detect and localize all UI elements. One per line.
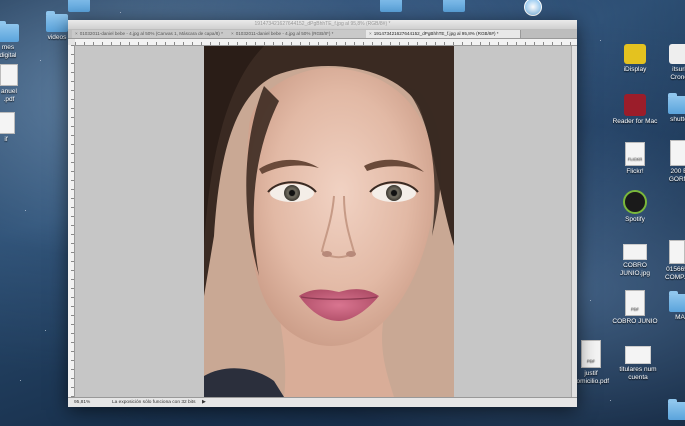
tab-label: 191473421627644152_dPgBhhTE_f.jpg al 95,… [373,31,499,36]
desktop-icon-label: COBRO JUNIO [612,318,658,325]
tab-daniel-bebe-mask[interactable]: × 01032011-daniel bebe - 4.jpg al 50% (Ca… [72,30,229,38]
pdf-icon: PDF [581,340,601,368]
desktop-icon-manual-pdf[interactable]: anuel .pdf [0,64,22,104]
safari-icon[interactable] [524,0,542,16]
pdf-icon [0,64,18,86]
document-canvas[interactable] [75,46,577,397]
star [590,300,591,301]
star [120,12,121,13]
image-icon [623,244,647,260]
close-icon[interactable]: × [231,31,234,36]
star [600,40,601,41]
folder-icon[interactable] [443,0,465,12]
idisplay-icon [624,44,646,64]
desktop-icon-label: mes digital [0,44,17,59]
document-icon [0,112,15,134]
desktop-icon-label: videos [47,34,67,41]
tab-191473421627644152[interactable]: × 191473421627644152_dPgBhhTE_f.jpg al 95… [366,30,521,38]
tab-daniel-bebe-rgb[interactable]: × 01032011-daniel bebe - 4.jpg al 50% (RG… [228,30,367,38]
image-icon [625,346,651,364]
portrait-photo[interactable] [204,46,454,397]
desktop-icon-cobro-junio-pdf[interactable]: PDF COBRO JUNIO [608,290,662,326]
window-title-bar[interactable]: 191473421627644152_dPgBhhTE_f.jpg al 95,… [68,20,577,29]
folder-icon[interactable] [668,399,685,420]
status-bar: 95,81% La exposición sólo funciona con 3… [68,397,577,407]
star [40,60,41,61]
reader-icon [624,94,646,116]
desktop-icon-label: COBRO JUNIO.jpg [620,262,650,277]
desktop-icon-partial[interactable]: if [0,112,16,144]
pdf-icon: PDF [625,290,645,316]
tab-label: 01032011-daniel bebe - 4.jpg al 50% (RGB… [235,31,334,36]
window-title: 191473421627644152_dPgBhhTE_f.jpg al 95,… [254,21,391,27]
folder-icon [0,21,19,42]
vertical-ruler[interactable] [68,45,75,397]
status-message: La exposición sólo funciona con 32 bits [112,400,196,405]
desktop-icon-label: anuel .pdf [1,88,17,103]
photoshop-window: 191473421627644152_dPgBhhTE_f.jpg al 95,… [68,20,577,407]
desktop-icon-label: Reader for Mac [612,118,658,125]
desktop-icon-label: Flickr! [626,168,644,175]
desktop-icon-label: Spotify [625,216,645,223]
document-tab-bar: × 01032011-daniel bebe - 4.jpg al 50% (Ca… [68,29,577,39]
portrait-image [204,46,454,397]
close-icon[interactable]: × [369,31,372,36]
folder-icon [46,11,68,32]
desktop-icon-videos[interactable]: videos [44,11,70,42]
vertical-scrollbar[interactable] [571,46,577,397]
desktop-icon-cobro-junio-jpg[interactable]: COBRO JUNIO.jpg [612,244,658,278]
desktop-icon-flickr[interactable]: FLICKR Flickr! [614,142,656,176]
desktop-icon-label: shutte [670,116,685,123]
star [25,210,26,211]
close-icon[interactable]: × [75,31,78,36]
tab-label: 01032011-daniel bebe - 4.jpg al 50% (Can… [79,31,223,36]
desktop-icon-mes-digital[interactable]: mes digital [0,21,20,60]
desktop-icon-label: titulares num cuenta [619,366,657,381]
desktop-icon-shutte[interactable]: shutte [664,93,685,124]
folder-icon[interactable] [380,0,402,12]
spotify-icon [623,190,647,214]
desktop-icon-label: iDisplay [623,66,647,73]
folder-icon [669,291,685,312]
desktop-icon-label: itsuri Cronc [670,66,685,81]
app-icon [669,44,685,64]
desktop-icon-label: 015665 COMP... [664,266,685,281]
desktop-icon-itsuri[interactable]: itsuri Cronc [664,44,685,82]
folder-icon[interactable] [68,0,90,12]
desktop-icon-spotify[interactable]: Spotify [614,190,656,224]
document-icon [670,140,685,166]
desktop-icon-015665[interactable]: 015665 COMP... [660,240,685,282]
desktop-icon-label: 200 E GORM [668,168,685,183]
folder-icon [668,93,685,114]
status-menu-arrow-icon[interactable]: ▶ [202,398,206,407]
zoom-level[interactable]: 95,81% [74,398,90,407]
desktop-icon-reader[interactable]: Reader for Mac [606,94,664,126]
star [20,380,21,381]
desktop-icon-ma[interactable]: MA [666,291,685,322]
desktop-icon-idisplay[interactable]: iDisplay [612,44,658,74]
star [610,400,611,401]
horizontal-ruler[interactable] [75,39,577,46]
flickr-icon: FLICKR [625,142,645,166]
desktop-icon-titulares[interactable]: titulares num cuenta [612,346,664,382]
star [45,330,46,331]
document-icon [669,240,685,264]
desktop-icon-label: if [4,136,8,143]
desktop-icon-label: MA [675,314,685,321]
desktop-icon-200-gorm[interactable]: 200 E GORM [664,140,685,184]
